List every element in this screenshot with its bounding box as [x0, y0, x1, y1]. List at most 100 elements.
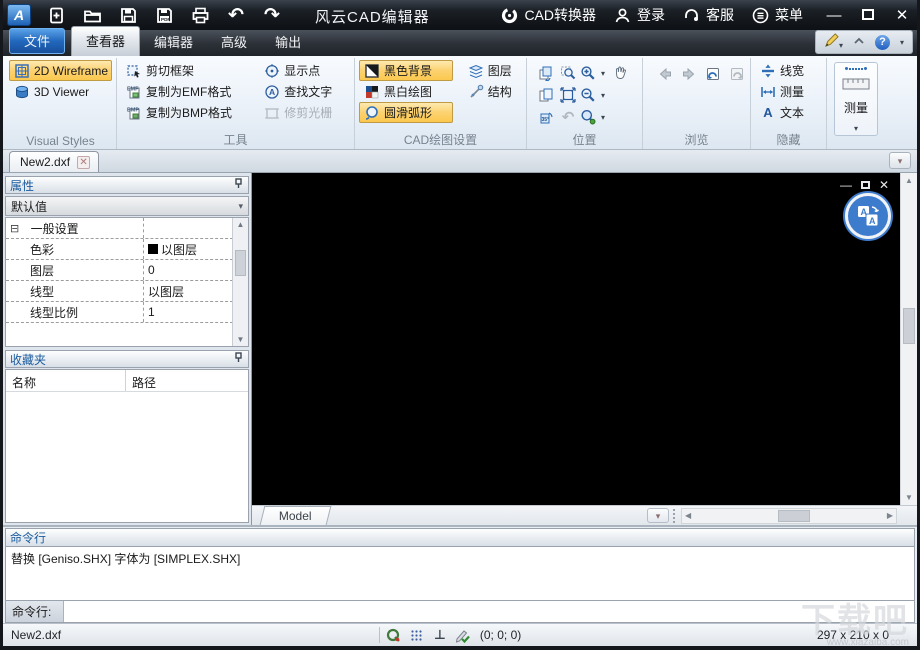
scroll-left-icon[interactable]: ◀: [685, 511, 691, 520]
favorites-name-column[interactable]: 名称: [6, 370, 126, 391]
previous-view-button[interactable]: ↶: [560, 109, 576, 125]
tab-file[interactable]: 文件: [9, 28, 66, 54]
properties-preset-dropdown[interactable]: 默认值 ▾: [5, 196, 249, 216]
tab-advanced[interactable]: 高级: [207, 28, 261, 56]
window-title: 风云CAD编辑器: [315, 9, 430, 26]
undo-button[interactable]: ↶: [225, 4, 247, 26]
command-log[interactable]: 替换 [Geniso.SHX] 字体为 [SIMPLEX.SHX]: [5, 547, 915, 601]
save-button[interactable]: [117, 4, 139, 26]
black-background-toggle[interactable]: 黑色背景: [359, 60, 453, 81]
document-tab[interactable]: New2.dxf ✕: [9, 151, 100, 172]
cad-converter-button[interactable]: CAD转换器: [501, 5, 596, 25]
collapse-ribbon-button[interactable]: [853, 35, 865, 50]
document-tab-close-icon[interactable]: ✕: [77, 155, 91, 169]
browse-back-button[interactable]: [657, 66, 673, 82]
line-width-button[interactable]: 线宽: [755, 60, 822, 81]
drawing-canvas[interactable]: — ✕ A A ▲ ▼ Model ▾ ◀ ▶: [252, 173, 917, 525]
copy-bmp-button[interactable]: BMP 复制为BMP格式: [121, 102, 249, 123]
mdi-restore-button[interactable]: [860, 179, 870, 191]
browse-forward-button[interactable]: [681, 66, 697, 82]
maximize-button[interactable]: [859, 8, 877, 23]
favorites-path-column[interactable]: 路径: [126, 370, 248, 391]
command-input[interactable]: [64, 601, 914, 622]
viewer-3d-button[interactable]: 3D Viewer: [9, 81, 112, 102]
trim-raster-button[interactable]: 修剪光栅: [259, 102, 350, 123]
translate-overlay-button[interactable]: A A: [845, 193, 891, 239]
scroll-up-icon[interactable]: ▲: [901, 176, 917, 185]
scrollbar-thumb[interactable]: [903, 308, 915, 344]
properties-section-row[interactable]: ⊟ 一般设置: [6, 218, 248, 239]
scrollbar-thumb[interactable]: [235, 250, 246, 276]
properties-scrollbar[interactable]: ▲ ▼: [232, 218, 248, 346]
print-button[interactable]: [189, 4, 211, 26]
canvas-vertical-scrollbar[interactable]: ▲ ▼: [900, 173, 917, 505]
favorites-list[interactable]: 名称 路径: [5, 369, 249, 523]
zoom-in-dropdown-icon[interactable]: ▾: [601, 69, 605, 78]
app-logo-icon[interactable]: A: [7, 4, 31, 26]
cut-frame-button[interactable]: 剪切框架: [121, 60, 249, 81]
minimize-button[interactable]: —: [825, 8, 843, 23]
structure-button[interactable]: 结构: [463, 81, 522, 102]
draft-check-icon[interactable]: [455, 628, 470, 643]
copy-emf-button[interactable]: EMF 复制为EMF格式: [121, 81, 249, 102]
measure-tool-dropdown-icon[interactable]: ▾: [854, 124, 858, 133]
property-row-linetype[interactable]: 线型 以图层: [6, 281, 248, 302]
copy-view-button[interactable]: [538, 87, 554, 103]
new-file-button[interactable]: [45, 4, 67, 26]
collapse-section-icon[interactable]: ⊟: [10, 222, 19, 235]
splitter-handle[interactable]: [673, 506, 675, 525]
mdi-close-button[interactable]: ✕: [879, 179, 889, 191]
panel-options-button[interactable]: ▾: [889, 152, 911, 169]
open-file-button[interactable]: [81, 4, 103, 26]
annotate-button[interactable]: ▾: [824, 33, 843, 51]
page-undo-button[interactable]: [705, 66, 721, 82]
login-button[interactable]: 登录: [614, 5, 665, 25]
ortho-toggle-icon[interactable]: ⊥: [434, 627, 446, 643]
close-button[interactable]: ✕: [893, 8, 911, 23]
canvas-horizontal-scrollbar[interactable]: ◀ ▶: [681, 508, 897, 524]
smooth-arc-toggle[interactable]: 圆滑弧形: [359, 102, 453, 123]
support-button[interactable]: 客服: [683, 5, 734, 25]
scroll-down-icon[interactable]: ▼: [901, 493, 917, 502]
zoom-selected-dropdown-icon[interactable]: ▾: [601, 113, 605, 122]
property-row-color[interactable]: 色彩 以图层: [6, 239, 248, 260]
pin-icon[interactable]: [233, 352, 244, 366]
rotate-view-button[interactable]: [538, 65, 554, 81]
scrollbar-thumb[interactable]: [778, 510, 810, 522]
text-toggle-button[interactable]: A 文本: [755, 102, 822, 123]
tab-viewer[interactable]: 查看器: [71, 26, 141, 56]
scroll-up-icon[interactable]: ▲: [233, 220, 248, 229]
layout-options-button[interactable]: ▾: [647, 508, 669, 523]
property-row-ltscale[interactable]: 线型比例 1: [6, 302, 248, 323]
tab-output[interactable]: 输出: [261, 28, 315, 56]
pan-button[interactable]: [612, 65, 628, 81]
osnap-toggle-icon[interactable]: [386, 628, 401, 643]
zoom-extents-button[interactable]: [560, 87, 576, 103]
help-button[interactable]: ?: [874, 34, 890, 50]
zoom-in-button[interactable]: [580, 65, 596, 81]
zoom-out-button[interactable]: [580, 87, 596, 103]
layers-button[interactable]: 图层: [463, 60, 522, 81]
grid-toggle-icon[interactable]: [410, 628, 425, 643]
page-redo-button[interactable]: [729, 66, 745, 82]
property-row-layer[interactable]: 图层 0: [6, 260, 248, 281]
save-as-pdf-button[interactable]: PDF: [153, 4, 175, 26]
measure-toggle-button[interactable]: 测量: [755, 81, 822, 102]
find-text-button[interactable]: A 查找文字: [259, 81, 350, 102]
bw-drawing-button[interactable]: 黑白绘图: [359, 81, 453, 102]
model-layout-tab[interactable]: Model: [259, 506, 332, 525]
menu-button[interactable]: 菜单: [752, 5, 803, 25]
scroll-right-icon[interactable]: ▶: [887, 511, 893, 520]
measure-tool-button[interactable]: 测量 ▾: [834, 62, 878, 136]
zoom-selected-button[interactable]: [580, 109, 596, 125]
show-points-button[interactable]: 显示点: [259, 60, 350, 81]
pin-icon[interactable]: [233, 178, 244, 192]
mdi-minimize-button[interactable]: —: [840, 179, 852, 191]
zoom-out-dropdown-icon[interactable]: ▾: [601, 91, 605, 100]
redo-button[interactable]: ↷: [261, 4, 283, 26]
wireframe-2d-button[interactable]: 2D Wireframe: [9, 60, 112, 81]
tab-editor[interactable]: 编辑器: [140, 28, 207, 56]
zoom-window-button[interactable]: [560, 65, 576, 81]
scroll-down-icon[interactable]: ▼: [233, 335, 248, 344]
rotate-35-button[interactable]: 35°: [538, 109, 554, 125]
